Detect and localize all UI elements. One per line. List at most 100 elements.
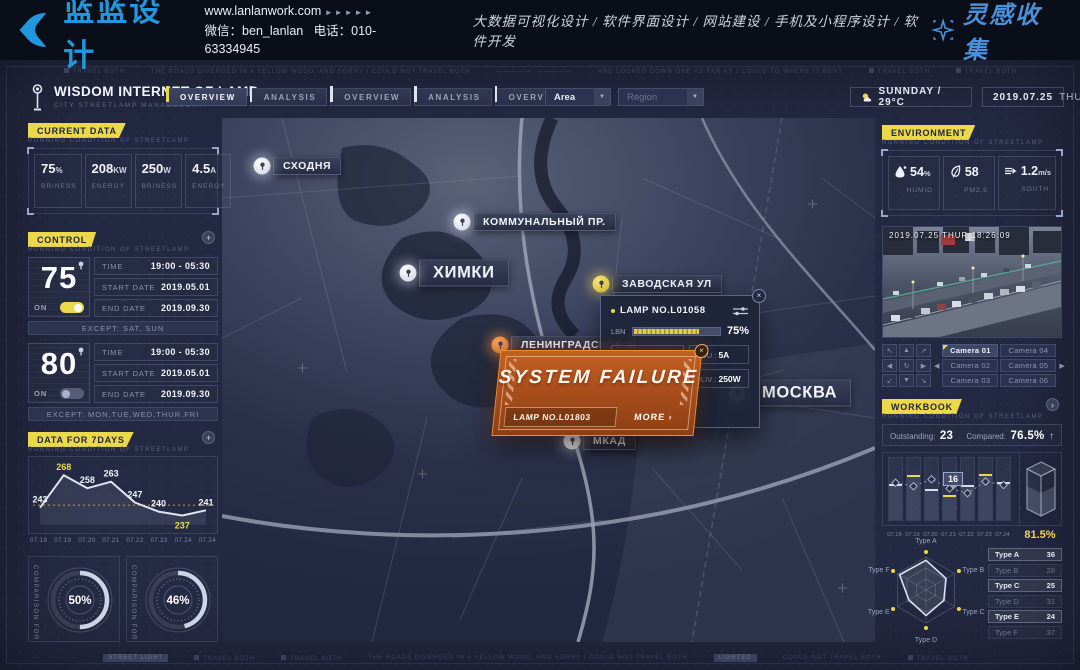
date-text: 2019.07.25 [993, 92, 1053, 103]
brand-name: 蓝蓝设计 [63, 0, 186, 75]
pan-down-right-button[interactable]: ↘ [916, 374, 931, 387]
leaf-icon [949, 164, 962, 179]
tab-analysis-2[interactable]: ANALYSIS [414, 88, 492, 106]
spark-star-icon [931, 17, 955, 43]
map-label[interactable]: ЗАВОДСКАЯ УЛ [612, 275, 722, 293]
camera-controls: ↖ ▲ ↗ ◀ ↻ ▶ ↙ ▼ ↘ ◀ Camera 01 Camera 02 … [882, 343, 1062, 388]
humidity-cell: 54% HUMID [888, 156, 940, 210]
environment-panel: 54% HUMID 58 PM2.5 1.2m/s [882, 150, 1062, 216]
workbook-bar [924, 457, 939, 521]
camera-04-button[interactable]: Camera 04 [1000, 344, 1056, 357]
brightness-level-box: 75 ON [28, 257, 90, 317]
tab-overview-1[interactable]: OVERVIEW [166, 88, 247, 106]
end-date-row: END DATE2019.09.30 [94, 385, 218, 403]
outstanding-value: 23 [940, 430, 953, 442]
more-button[interactable]: MORE › [621, 407, 685, 427]
bulb-icon [77, 347, 85, 356]
map-label[interactable]: ХИМКИ [419, 260, 509, 287]
pan-up-left-button[interactable]: ↖ [882, 344, 897, 357]
weekday-text: THUR [1059, 92, 1080, 103]
legend-row: Type C25 [988, 579, 1062, 592]
chevron-down-icon: ▼ [687, 89, 703, 105]
workbook-next-button[interactable]: › [1046, 398, 1059, 411]
camera-list-prev-button[interactable]: ◀ [934, 346, 939, 386]
workbook-chart: 16 [882, 452, 1062, 526]
arrows-decor: ►►►►► [325, 8, 375, 17]
add-schedule-button[interactable]: + [202, 231, 215, 244]
tab-overview-2[interactable]: OVERVIEW [330, 88, 411, 106]
brightness-value: 75% [727, 325, 749, 337]
camera-01-button[interactable]: Camera 01 [942, 344, 998, 357]
map-pin-yellow[interactable] [593, 276, 610, 293]
data-point-label: 243 [32, 495, 47, 505]
website-link[interactable]: www.lanlanwork.com [205, 4, 322, 18]
pan-down-button[interactable]: ▼ [899, 374, 914, 387]
camera-02-button[interactable]: Camera 02 [942, 359, 998, 372]
time-row: TIME19:00 - 05:30 [94, 343, 218, 361]
map-label[interactable]: МОСКВА [748, 380, 851, 407]
pan-up-right-button[interactable]: ↗ [916, 344, 931, 357]
gauge-graphic: 50% [43, 562, 117, 638]
collect-link[interactable]: 灵感收集 [931, 0, 1060, 65]
streetlamp-icon [30, 84, 45, 114]
brightness-bar[interactable] [632, 327, 721, 336]
radar-axis-label: Type A [915, 538, 937, 545]
lbn-label: LBN [611, 327, 626, 336]
sliders-icon[interactable] [732, 306, 749, 316]
contact-block: www.lanlanwork.com ►►►►► 微信：ben_lanlan 电… [205, 2, 418, 58]
lamp-glyph-icon [596, 279, 606, 289]
map-pin-white[interactable] [454, 214, 471, 231]
panel-tag-control: CONTROL [28, 232, 96, 247]
gauge-graphic: 46% [141, 562, 215, 638]
camera-03-button[interactable]: Camera 03 [942, 374, 998, 387]
camera-list: Camera 01 Camera 02 Camera 03 Camera 04 … [942, 344, 1056, 387]
close-icon[interactable]: × [752, 289, 766, 303]
lamp-glyph-icon [495, 340, 505, 350]
camera-timestamp: 2019.07.25 THUR 18:26:09 [889, 231, 1011, 240]
panel-sub: RUNNING CONDITION OF STREETLAMP [28, 247, 190, 253]
pan-right-button[interactable]: ▶ [916, 359, 931, 372]
map-label[interactable]: СХОДНЯ [273, 157, 341, 175]
workbook-stats: Outstanding: 23 Compared: 76.5% ↑ [882, 424, 1062, 446]
brand-logo: 蓝蓝设计 [16, 0, 187, 75]
data-point-label: 258 [80, 475, 95, 485]
weather-text: SUNNDAY / 29°C [879, 86, 961, 108]
pan-left-button[interactable]: ◀ [882, 359, 897, 372]
camera-05-button[interactable]: Camera 05 [1000, 359, 1056, 372]
tab-analysis-1[interactable]: ANALYSIS [250, 88, 328, 106]
schedule-block-1: 75 ON TIME19:00 - 05:30 START DATE2019.0… [28, 257, 218, 317]
camera-feed[interactable]: 2019.07.25 THUR 18:26:09 [882, 226, 1062, 338]
type-radar-chart: Type AType BType CType DType EType F [874, 542, 986, 644]
pan-up-button[interactable]: ▲ [899, 344, 914, 357]
screen: 蓝蓝设计 www.lanlanwork.com ►►►►► 微信：ben_lan… [0, 0, 1080, 670]
schedule-toggle[interactable] [60, 302, 84, 313]
panel-sub: RUNNING CONDITION OF STREETLAMP [28, 447, 190, 453]
pan-down-left-button[interactable]: ↙ [882, 374, 897, 387]
decor-strip-bottom: ··· ···· ······· STREET LIGHT TRAVEL BOT… [30, 654, 1050, 662]
reset-view-button[interactable]: ↻ [899, 359, 914, 372]
x-tick: 07.24 [199, 537, 216, 544]
seven-day-chart: 243268258263247240237241 [28, 456, 218, 534]
pm25-cell: 58 PM2.5 [943, 156, 995, 210]
wind-cell: 1.2m/s SOUTH [998, 156, 1056, 210]
decor-strip-top: TRAVEL BOTH THE ROADS DIVERGED IN A YELL… [64, 68, 1054, 75]
comparison-gauge-1: COMPARISON FOR 50% [28, 556, 120, 642]
camera-list-next-button[interactable]: ▶ [1059, 346, 1064, 386]
camera-06-button[interactable]: Camera 06 [1000, 374, 1056, 387]
area-select[interactable]: Area ▼ [545, 88, 611, 106]
map-pin-white[interactable] [400, 265, 417, 282]
x-tick: 07.21 [941, 532, 956, 538]
schedule-toggle[interactable] [60, 388, 84, 399]
stat-briness-pct: 75% BRINESS [34, 154, 82, 208]
radar-axis-label: Type C [962, 609, 984, 616]
stat-briness-w: 250W BRINESS [135, 154, 183, 208]
panel-tag-environment: ENVIRONMENT [882, 125, 975, 140]
radar-axis-label: Type D [915, 637, 937, 644]
expand-chart-button[interactable]: + [202, 431, 215, 444]
cube-indicator [1019, 453, 1061, 525]
region-select[interactable]: Region ▼ [618, 88, 704, 106]
lanlan-logo-icon [16, 9, 55, 51]
map-label[interactable]: КОММУНАЛЬНЫЙ ПР. [473, 213, 616, 231]
map-pin-white[interactable] [254, 158, 271, 175]
legend-row: Type B28 [988, 564, 1062, 577]
